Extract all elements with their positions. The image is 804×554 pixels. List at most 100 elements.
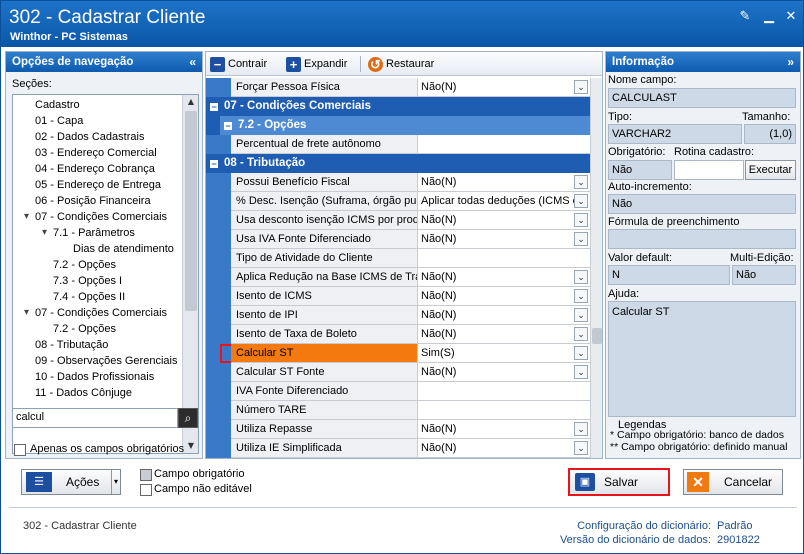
- tree-item[interactable]: 7.2 - Opções: [53, 257, 116, 273]
- section-search-input[interactable]: calcul: [12, 408, 178, 428]
- tree-item[interactable]: 06 - Posição Financeira: [35, 193, 151, 209]
- grid-field-value[interactable]: Não(N) ⌄: [418, 420, 590, 439]
- grid-field-row[interactable]: Calcular ST Sim(S) ⌄: [220, 344, 590, 363]
- tree-item[interactable]: ▾ 07 - Condições Comerciais: [24, 305, 167, 321]
- save-button[interactable]: ▣ Salvar: [568, 468, 670, 496]
- tree-item[interactable]: 01 - Capa: [35, 113, 83, 129]
- grid-scroll-thumb[interactable]: [592, 328, 602, 344]
- collapse-button[interactable]: − Contrair: [210, 55, 267, 73]
- grid-field-value[interactable]: Sim(S) ⌄: [418, 344, 590, 363]
- collapse-left-icon[interactable]: «: [189, 52, 196, 72]
- grid-field-value[interactable]: Não(N) ⌄: [418, 439, 590, 458]
- grid-field-row[interactable]: Isento de IPI Não(N) ⌄: [206, 306, 590, 325]
- grid-category-row[interactable]: −08 - Tributação: [206, 154, 590, 173]
- restore-button[interactable]: ↺ Restaurar: [368, 55, 434, 73]
- chevron-down-icon[interactable]: ⌄: [574, 213, 588, 227]
- grid-field-value[interactable]: Não(N) ⌄: [418, 230, 590, 249]
- tree-item[interactable]: 09 - Observações Gerenciais: [35, 353, 177, 369]
- edit-window-icon[interactable]: ✎: [737, 9, 753, 25]
- grid-field-row[interactable]: Forçar Pessoa Física Não(N) ⌄: [206, 78, 590, 97]
- tree-item[interactable]: 7.4 - Opções II: [53, 289, 125, 305]
- tree-item[interactable]: 04 - Endereço Cobrança: [35, 161, 155, 177]
- grid-field-row[interactable]: Número TARE: [206, 401, 590, 420]
- grid-field-value[interactable]: Não(N) ⌄: [418, 306, 590, 325]
- grid-category-row[interactable]: −07 - Condições Comerciais: [206, 97, 590, 116]
- close-icon[interactable]: ✕: [783, 9, 799, 25]
- grid-field-value[interactable]: Não(N) ⌄: [418, 287, 590, 306]
- cancel-button[interactable]: ✕ Cancelar: [683, 469, 783, 495]
- scroll-down-icon[interactable]: ▼: [183, 439, 198, 453]
- chevron-down-icon[interactable]: ⌄: [574, 308, 588, 322]
- chevron-down-icon[interactable]: ⌄: [574, 80, 588, 94]
- grid-field-value[interactable]: [418, 382, 590, 401]
- actions-button[interactable]: ☰ Ações ▾: [21, 469, 121, 495]
- tree-item[interactable]: 08 - Tributação: [35, 337, 108, 353]
- tree-item-label: 06 - Posição Financeira: [35, 195, 151, 207]
- tree-scrollbar[interactable]: ▲ ▼: [182, 95, 198, 453]
- collapse-box-icon[interactable]: −: [224, 122, 232, 131]
- tree-expander-icon[interactable]: ▾: [24, 305, 29, 321]
- chevron-down-icon[interactable]: ⌄: [574, 327, 588, 341]
- chevron-down-icon[interactable]: ⌄: [574, 365, 588, 379]
- grid-field-row[interactable]: Tipo de Atividade do Cliente: [206, 249, 590, 268]
- tree-item[interactable]: 11 - Dados Cônjuge: [35, 385, 132, 401]
- tree-item[interactable]: ▾ 07 - Condições Comerciais: [24, 209, 167, 225]
- tree-item[interactable]: 05 - Endereço de Entrega: [35, 177, 161, 193]
- tree-item[interactable]: 7.2 - Opções: [53, 321, 116, 337]
- only-required-checkbox[interactable]: [14, 444, 26, 456]
- chevron-down-icon[interactable]: ⌄: [574, 270, 588, 284]
- grid-field-row[interactable]: Possui Benefício Fiscal Não(N) ⌄: [206, 173, 590, 192]
- search-button[interactable]: ⌕: [178, 408, 198, 428]
- chevron-down-icon[interactable]: ⌄: [574, 232, 588, 246]
- minimize-icon[interactable]: ▁: [761, 9, 777, 25]
- grid-field-row[interactable]: IVA Fonte Diferenciado: [206, 382, 590, 401]
- grid-field-row[interactable]: Isento de ICMS Não(N) ⌄: [206, 287, 590, 306]
- tree-scroll-thumb[interactable]: [185, 111, 197, 311]
- grid-field-value[interactable]: Não(N) ⌄: [418, 211, 590, 230]
- grid-field-value[interactable]: Não(N) ⌄: [418, 268, 590, 287]
- grid-field-value[interactable]: [418, 249, 590, 268]
- scroll-up-icon[interactable]: ▲: [183, 95, 198, 109]
- tree-item[interactable]: 7.3 - Opções I: [53, 273, 122, 289]
- grid-field-value[interactable]: Não(N) ⌄: [418, 173, 590, 192]
- grid-field-value[interactable]: [418, 135, 590, 154]
- grid-field-value[interactable]: Aplicar todas deduções (ICMS e ⌄: [418, 192, 590, 211]
- grid-field-row[interactable]: Aplica Redução na Base ICMS de Trar Não(N…: [206, 268, 590, 287]
- grid-field-value[interactable]: Não(N) ⌄: [418, 325, 590, 344]
- sections-tree[interactable]: Cadastro 01 - Capa 02 - Dados Cadastrais 03…: [12, 94, 199, 454]
- grid-field-row[interactable]: Utiliza Repasse Não(N) ⌄: [206, 420, 590, 439]
- grid-field-value[interactable]: Não(N) ⌄: [418, 78, 590, 97]
- grid-field-row[interactable]: Isento de Taxa de Boleto Não(N) ⌄: [206, 325, 590, 344]
- grid-field-row[interactable]: Usa desconto isenção ICMS por produ Não(N…: [206, 211, 590, 230]
- execute-button[interactable]: Executar: [745, 160, 796, 180]
- expand-button[interactable]: + Expandir: [286, 55, 347, 73]
- chevron-down-icon[interactable]: ⌄: [574, 441, 588, 455]
- collapse-right-icon[interactable]: »: [787, 52, 794, 72]
- collapse-box-icon[interactable]: −: [210, 103, 218, 112]
- chevron-down-icon[interactable]: ⌄: [574, 346, 588, 360]
- grid-field-row[interactable]: % Desc. Isenção (Suframa, órgão pu Aplica…: [206, 192, 590, 211]
- grid-field-row[interactable]: Utiliza IE Simplificada Não(N) ⌄: [206, 439, 590, 458]
- property-grid[interactable]: Forçar Pessoa Física Não(N) ⌄ −07 - Condiçõ…: [206, 78, 590, 458]
- grid-field-value[interactable]: Não(N) ⌄: [418, 363, 590, 382]
- grid-field-value[interactable]: [418, 401, 590, 420]
- collapse-box-icon[interactable]: −: [210, 160, 218, 169]
- grid-field-row[interactable]: Usa IVA Fonte Diferenciado Não(N) ⌄: [206, 230, 590, 249]
- actions-dropdown-icon[interactable]: ▾: [111, 470, 120, 494]
- grid-field-row[interactable]: Calcular ST Fonte Não(N) ⌄: [206, 363, 590, 382]
- chevron-down-icon[interactable]: ⌄: [574, 175, 588, 189]
- tree-expander-icon[interactable]: ▾: [42, 225, 47, 241]
- tree-item[interactable]: 02 - Dados Cadastrais: [35, 129, 144, 145]
- grid-category-row[interactable]: −7.2 - Opções: [206, 116, 590, 135]
- tree-item[interactable]: 03 - Endereço Comercial: [35, 145, 157, 161]
- grid-scrollbar[interactable]: [590, 78, 602, 458]
- tree-item[interactable]: Cadastro: [35, 97, 80, 113]
- chevron-down-icon[interactable]: ⌄: [574, 194, 588, 208]
- tree-item[interactable]: Dias de atendimento: [73, 241, 174, 257]
- tree-expander-icon[interactable]: ▾: [24, 209, 29, 225]
- chevron-down-icon[interactable]: ⌄: [574, 422, 588, 436]
- grid-field-row[interactable]: Percentual de frete autônomo: [206, 135, 590, 154]
- chevron-down-icon[interactable]: ⌄: [574, 289, 588, 303]
- tree-item[interactable]: 10 - Dados Profissionais: [35, 369, 154, 385]
- tree-item[interactable]: ▾ 7.1 - Parâmetros: [42, 225, 135, 241]
